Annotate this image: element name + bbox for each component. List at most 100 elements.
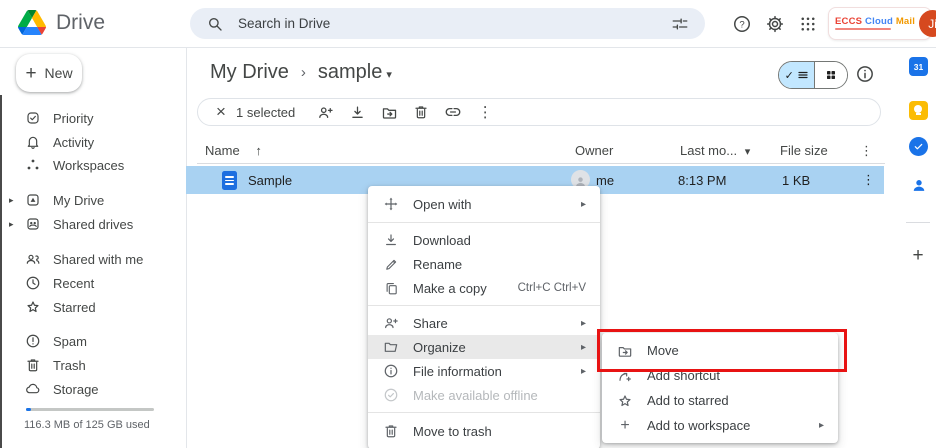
keyboard-shortcut: Ctrl+C Ctrl+V bbox=[518, 282, 586, 294]
search-bar[interactable]: Search in Drive bbox=[190, 8, 705, 39]
column-header-owner[interactable]: Owner bbox=[575, 143, 613, 158]
menu-item-label: File information bbox=[413, 364, 581, 379]
menu-divider bbox=[368, 305, 600, 306]
more-actions-button[interactable]: ⋮ bbox=[469, 100, 501, 124]
cloud-icon bbox=[24, 381, 41, 397]
search-filter-icon[interactable] bbox=[669, 13, 691, 35]
menu-item-label: Add to workspace bbox=[647, 418, 819, 433]
breadcrumb-current-folder[interactable]: sample▾ bbox=[318, 61, 392, 84]
submenu-item-add-to-starred[interactable]: Add to starred bbox=[602, 388, 838, 413]
trash-button[interactable] bbox=[405, 100, 437, 124]
chevron-right-icon: › bbox=[301, 64, 306, 81]
workspaces-icon bbox=[24, 157, 41, 173]
sidebar-item-spam[interactable]: Spam bbox=[0, 329, 186, 353]
calendar-icon[interactable]: 31 bbox=[909, 57, 928, 76]
eccs-cloud-mail-badge[interactable]: ECCS Cloud Mail Ji bbox=[828, 7, 932, 40]
help-button[interactable] bbox=[731, 13, 753, 35]
menu-item-label: Move to trash bbox=[413, 424, 586, 439]
sidebar-item-starred[interactable]: Starred bbox=[0, 295, 186, 319]
menu-divider bbox=[368, 412, 600, 413]
open-with-icon bbox=[382, 196, 400, 212]
list-view-button[interactable]: ✓ bbox=[779, 62, 814, 88]
sidebar-item-shared-with-me[interactable]: Shared with me bbox=[0, 247, 186, 271]
expand-arrow-icon[interactable]: ▸ bbox=[9, 195, 14, 206]
storage-usage-text: 116.3 MB of 125 GB used bbox=[24, 419, 150, 431]
folder-icon bbox=[382, 339, 400, 355]
table-header-divider bbox=[197, 163, 885, 164]
file-modified-time: 8:13 PM bbox=[678, 173, 726, 188]
sidebar-label: Shared with me bbox=[53, 252, 143, 267]
star-icon bbox=[616, 393, 634, 409]
download-button[interactable] bbox=[341, 100, 373, 124]
search-input[interactable]: Search in Drive bbox=[238, 16, 657, 31]
menu-item-open-with[interactable]: Open with ▸ bbox=[368, 191, 600, 217]
plus-icon: + bbox=[616, 417, 634, 435]
menu-item-move-to-trash[interactable]: Move to trash bbox=[368, 418, 600, 444]
selection-toolbar: × 1 selected ⋮ bbox=[197, 98, 881, 126]
spam-icon bbox=[24, 333, 41, 349]
sidebar-item-storage[interactable]: Storage bbox=[0, 377, 186, 401]
contacts-icon[interactable] bbox=[909, 175, 928, 194]
copy-icon bbox=[382, 281, 400, 296]
get-add-ons-button[interactable]: + bbox=[908, 246, 928, 266]
sidebar-item-shared-drives[interactable]: ▸ Shared drives bbox=[0, 212, 186, 236]
menu-item-download[interactable]: Download bbox=[368, 228, 600, 252]
list-view-icon bbox=[797, 69, 809, 81]
sidebar-item-workspaces[interactable]: Workspaces bbox=[0, 153, 186, 177]
sidebar-label: My Drive bbox=[53, 193, 104, 208]
sidebar-label: Recent bbox=[53, 276, 94, 291]
chevron-down-icon: ▾ bbox=[745, 146, 751, 158]
storage-progress-track bbox=[26, 408, 154, 411]
submenu-arrow-icon: ▸ bbox=[581, 342, 586, 353]
submenu-arrow-icon: ▸ bbox=[819, 420, 824, 431]
grid-view-button[interactable] bbox=[814, 62, 847, 88]
submenu-arrow-icon: ▸ bbox=[581, 318, 586, 329]
sidebar-label: Priority bbox=[53, 111, 93, 126]
menu-item-rename[interactable]: Rename bbox=[368, 252, 600, 276]
menu-item-label: Make available offline bbox=[413, 388, 586, 403]
menu-item-label: Organize bbox=[413, 340, 581, 355]
view-toggle[interactable]: ✓ bbox=[778, 61, 848, 89]
file-size: 1 KB bbox=[782, 173, 810, 188]
people-icon bbox=[24, 251, 41, 267]
clear-selection-button[interactable]: × bbox=[208, 102, 234, 122]
share-person-add-button[interactable] bbox=[309, 100, 341, 124]
sidebar-item-recent[interactable]: Recent bbox=[0, 271, 186, 295]
sidebar-item-trash[interactable]: Trash bbox=[0, 353, 186, 377]
menu-item-label: Share bbox=[413, 316, 581, 331]
submenu-item-add-to-workspace[interactable]: + Add to workspace ▸ bbox=[602, 413, 838, 438]
menu-item-file-information[interactable]: File information ▸ bbox=[368, 359, 600, 383]
copy-link-button[interactable] bbox=[437, 100, 469, 124]
row-more-actions-button[interactable]: ⋮ bbox=[862, 172, 875, 188]
expand-arrow-icon[interactable]: ▸ bbox=[9, 219, 14, 230]
sidebar-item-priority[interactable]: Priority bbox=[0, 106, 186, 130]
details-info-button[interactable] bbox=[855, 64, 875, 84]
move-to-folder-button[interactable] bbox=[373, 100, 405, 124]
menu-item-share[interactable]: Share ▸ bbox=[368, 311, 600, 335]
apps-grid-button[interactable] bbox=[797, 13, 819, 35]
column-header-modified[interactable]: Last mo... ▾ bbox=[680, 143, 750, 158]
tasks-icon[interactable] bbox=[909, 137, 928, 156]
keep-icon[interactable] bbox=[909, 101, 928, 120]
sidebar-label: Workspaces bbox=[53, 158, 124, 173]
name-header-label: Name bbox=[205, 143, 240, 158]
side-panel-divider bbox=[906, 222, 930, 223]
file-name[interactable]: Sample bbox=[248, 173, 292, 188]
column-settings-button[interactable]: ⋮ bbox=[860, 143, 873, 159]
drive-logo[interactable]: Drive bbox=[18, 10, 105, 35]
sidebar-label: Trash bbox=[53, 358, 86, 373]
new-button[interactable]: + New bbox=[16, 54, 82, 92]
menu-item-label: Open with bbox=[413, 197, 581, 212]
sidebar-item-my-drive[interactable]: ▸ My Drive bbox=[0, 188, 186, 212]
menu-item-make-a-copy[interactable]: Make a copy Ctrl+C Ctrl+V bbox=[368, 276, 600, 300]
breadcrumb-my-drive[interactable]: My Drive bbox=[210, 61, 289, 84]
column-header-size[interactable]: File size bbox=[780, 143, 828, 158]
sidebar-item-activity[interactable]: Activity bbox=[0, 130, 186, 154]
column-header-name[interactable]: Name ↑ bbox=[205, 143, 262, 158]
badge-word-eccs: ECCS bbox=[835, 16, 862, 27]
submenu-arrow-icon: ▸ bbox=[581, 199, 586, 210]
account-avatar[interactable]: Ji bbox=[919, 10, 936, 37]
settings-button[interactable] bbox=[764, 13, 786, 35]
menu-item-organize[interactable]: Organize ▸ bbox=[368, 335, 600, 359]
google-drive-window: ? bbox=[0, 0, 936, 448]
